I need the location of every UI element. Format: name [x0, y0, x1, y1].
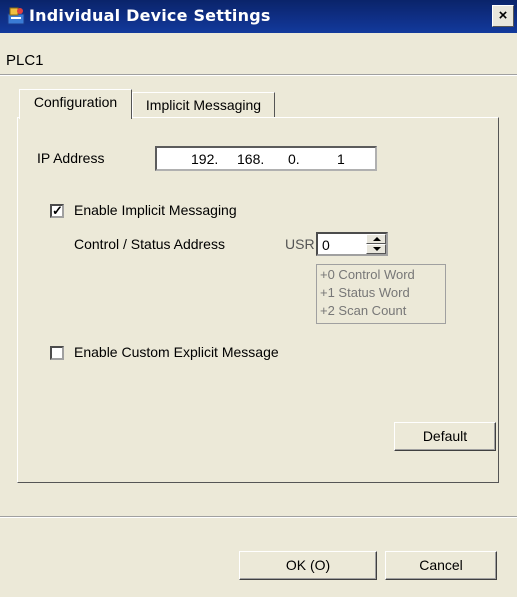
control-status-address-label: Control / Status Address	[74, 236, 225, 252]
ip-octet-1[interactable]: 192.	[191, 151, 218, 167]
enable-custom-explicit-label: Enable Custom Explicit Message	[74, 344, 279, 360]
info-line: +1 Status Word	[320, 285, 410, 300]
close-button[interactable]: ×	[492, 5, 514, 27]
ip-address-input[interactable]: 192. 168. 0. 1	[155, 146, 377, 171]
address-spinner	[366, 234, 386, 254]
tab-implicit-messaging-label: Implicit Messaging	[145, 97, 262, 113]
address-info-list: +0 Control Word +1 Status Word +2 Scan C…	[316, 264, 446, 324]
window-title: Individual Device Settings	[29, 6, 271, 25]
enable-custom-explicit-checkbox[interactable]	[50, 346, 64, 360]
divider	[0, 516, 517, 518]
enable-implicit-messaging-label: Enable Implicit Messaging	[74, 202, 237, 218]
tab-configuration[interactable]: Configuration	[19, 89, 132, 119]
spin-down-button[interactable]	[366, 244, 386, 254]
checkmark-icon: ✓	[52, 203, 63, 218]
tab-implicit-messaging[interactable]: Implicit Messaging	[132, 92, 275, 118]
enable-implicit-messaging-checkbox[interactable]: ✓	[50, 203, 64, 218]
close-icon: ×	[498, 7, 508, 24]
device-type-label: USR	[285, 236, 315, 252]
title-bar[interactable]: Individual Device Settings ×	[0, 0, 517, 33]
ip-octet-3[interactable]: 0.	[288, 151, 300, 167]
control-status-address-value: 0	[322, 237, 330, 253]
default-button[interactable]: Default	[394, 422, 496, 451]
chevron-down-icon	[373, 247, 381, 251]
ip-address-label: IP Address	[37, 150, 105, 166]
cancel-button[interactable]: Cancel	[385, 551, 497, 580]
ip-octet-4[interactable]: 1	[337, 151, 345, 167]
chevron-up-icon	[373, 237, 381, 241]
spin-up-button[interactable]	[366, 234, 386, 244]
device-settings-icon	[7, 7, 25, 25]
device-name: PLC1	[6, 52, 44, 69]
info-line: +0 Control Word	[320, 267, 415, 282]
ip-octet-2[interactable]: 168.	[237, 151, 264, 167]
divider	[0, 74, 517, 76]
dialog-window: Individual Device Settings × PLC1 Config…	[0, 0, 517, 597]
ok-button[interactable]: OK (O)	[239, 551, 377, 580]
info-line: +2 Scan Count	[320, 303, 407, 318]
control-status-address-input[interactable]: 0	[316, 232, 388, 256]
tab-configuration-label: Configuration	[33, 94, 118, 110]
